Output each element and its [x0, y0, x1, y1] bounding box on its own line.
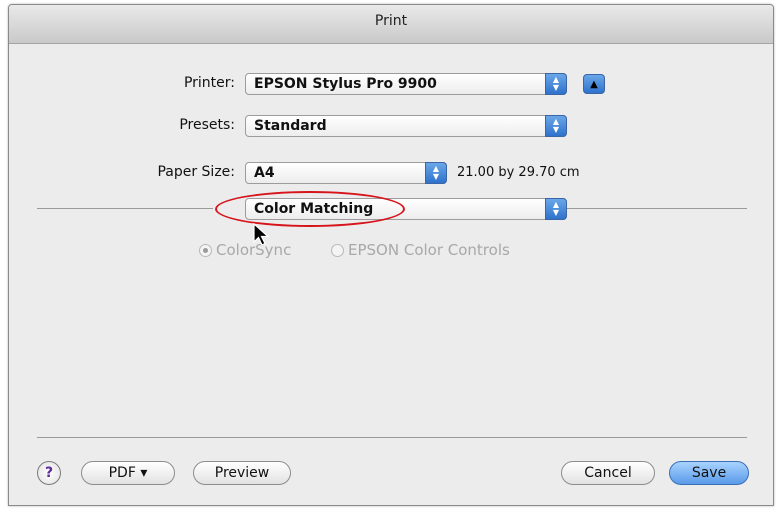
panel-popup[interactable]: Color Matching ▲ ▼: [245, 198, 567, 220]
printer-value: EPSON Stylus Pro 9900: [254, 76, 437, 92]
radio-label-epson: EPSON Color Controls: [348, 241, 510, 259]
presets-label: Presets:: [179, 117, 235, 133]
popup-stepper-icon: ▲ ▼: [545, 73, 567, 95]
triangle-up-icon: ▲: [590, 79, 598, 90]
presets-value: Standard: [254, 118, 327, 134]
panel-value: Color Matching: [254, 201, 374, 217]
save-button[interactable]: Save: [669, 461, 749, 485]
radio-selected-icon: [199, 244, 212, 257]
section-separator-left: [37, 208, 213, 209]
presets-popup[interactable]: Standard ▲ ▼: [245, 115, 567, 137]
paper-size-popup[interactable]: A4 ▲ ▼: [245, 162, 447, 184]
question-mark-icon: ?: [44, 465, 54, 481]
radio-epson-color-controls[interactable]: EPSON Color Controls: [331, 241, 510, 259]
popup-stepper-icon: ▲ ▼: [545, 115, 567, 137]
radio-unselected-icon: [331, 244, 344, 257]
section-separator-right: [567, 208, 747, 209]
footer-separator: [37, 437, 747, 438]
print-dialog: Print Printer: EPSON Stylus Pro 9900 ▲ ▼ …: [8, 4, 774, 506]
help-button[interactable]: ?: [37, 461, 61, 485]
printer-label: Printer:: [183, 75, 235, 91]
dialog-title: Print: [9, 5, 773, 44]
preview-button[interactable]: Preview: [193, 461, 291, 485]
cancel-button[interactable]: Cancel: [561, 461, 655, 485]
paper-size-value: A4: [254, 165, 275, 181]
printer-popup[interactable]: EPSON Stylus Pro 9900 ▲ ▼: [245, 73, 567, 95]
radio-colorsync[interactable]: ColorSync: [199, 241, 291, 259]
paper-dimensions: 21.00 by 29.70 cm: [457, 165, 580, 180]
paper-size-label: Paper Size:: [157, 164, 235, 180]
pdf-menu-button[interactable]: PDF ▾: [81, 461, 175, 485]
mouse-pointer-icon: [253, 223, 270, 246]
popup-stepper-icon: ▲ ▼: [545, 198, 567, 220]
disclosure-triangle-button[interactable]: ▲: [583, 74, 605, 94]
popup-stepper-icon: ▲ ▼: [425, 162, 447, 184]
